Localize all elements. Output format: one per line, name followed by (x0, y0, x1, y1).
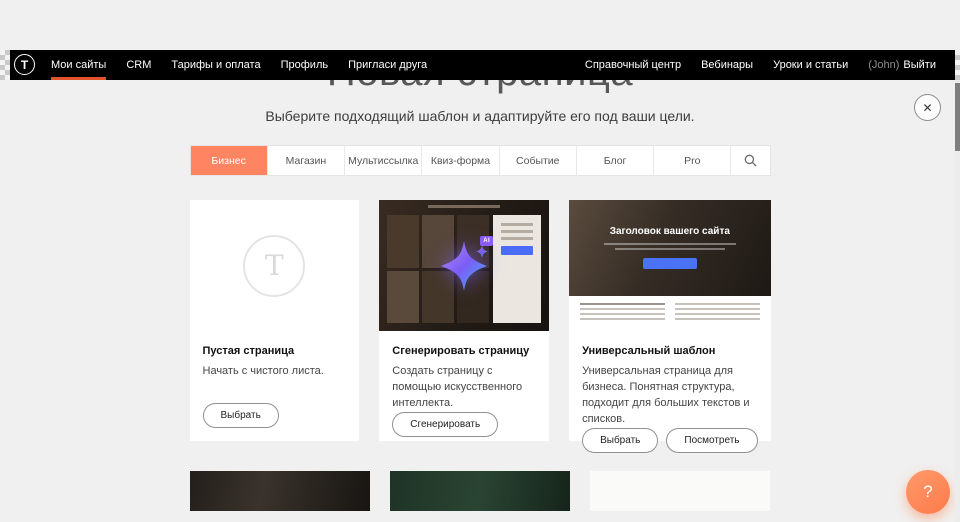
tilda-logo[interactable]: T (14, 54, 35, 75)
nav-webinars[interactable]: Вебинары (691, 50, 763, 80)
card-actions: Сгенерировать (392, 412, 536, 437)
preview-photo-tile (387, 215, 419, 268)
close-button[interactable]: ✕ (914, 94, 941, 121)
user-name: (John) (868, 59, 899, 71)
nav-crm[interactable]: CRM (116, 50, 161, 80)
card-body: Сгенерировать страницу Создать страницу … (379, 331, 549, 450)
preview-photo-tile (387, 271, 419, 324)
preview-text-line (675, 308, 760, 310)
preview-text-line (675, 318, 760, 320)
tilda-mark-letter: T (265, 249, 284, 282)
preview-cta-button (643, 258, 697, 269)
generate-page-preview[interactable]: AI (379, 200, 549, 331)
card-generate-page: AI Сгенерировать страницу Создать страни… (379, 200, 549, 441)
choose-button[interactable]: Выбрать (203, 403, 279, 428)
preview-text-column (580, 303, 665, 324)
tab-shop[interactable]: Магазин (268, 146, 345, 175)
tab-multilink[interactable]: Мультиссылка (345, 146, 422, 175)
template-card-preview[interactable] (590, 471, 770, 511)
nav-profile[interactable]: Профиль (271, 50, 339, 80)
preview-text-line (615, 248, 725, 250)
view-button[interactable]: Посмотреть (666, 428, 757, 453)
preview-text-line (580, 318, 665, 320)
help-button[interactable]: ? (906, 470, 950, 514)
page-subtitle: Выберите подходящий шаблон и адаптируйте… (0, 108, 960, 124)
card-description: Создать страницу с помощью искусственног… (392, 364, 536, 412)
secondary-nav: Справочный центр Вебинары Уроки и статьи… (575, 50, 946, 80)
tilda-mark-icon: T (243, 235, 305, 297)
card-blank-page: T Пустая страница Начать с чистого листа… (190, 200, 360, 441)
nav-my-sites[interactable]: Мои сайты (41, 50, 116, 80)
transparency-checker-left (0, 50, 10, 80)
nav-pricing[interactable]: Тарифы и оплата (161, 50, 270, 80)
main-nav: Мои сайты CRM Тарифы и оплата Профиль Пр… (41, 50, 437, 80)
preview-text-line (501, 230, 533, 233)
tab-quiz-form[interactable]: Квиз-форма (422, 146, 499, 175)
card-body: Пустая страница Начать с чистого листа. … (190, 331, 360, 441)
tab-event[interactable]: Событие (500, 146, 577, 175)
preview-text-line (675, 303, 760, 305)
preview-title-line (428, 205, 500, 208)
ai-badge: AI (480, 236, 493, 246)
preview-text-line (580, 308, 665, 310)
card-actions: Выбрать Посмотреть (582, 428, 757, 453)
choose-button[interactable]: Выбрать (582, 428, 658, 453)
preview-text-line (604, 243, 736, 245)
card-body: Универсальный шаблон Универсальная стран… (569, 331, 770, 466)
card-description: Универсальная страница для бизнеса. Поня… (582, 364, 757, 428)
preview-hero-section: Заголовок вашего сайта (569, 200, 770, 296)
preview-text-line (675, 313, 760, 315)
nav-invite-friend[interactable]: Пригласи друга (338, 50, 437, 80)
generate-button[interactable]: Сгенерировать (392, 412, 498, 437)
preview-text-line (501, 237, 533, 240)
preview-site-heading: Заголовок вашего сайта (610, 226, 730, 237)
scrollbar-track (955, 80, 960, 522)
preview-text-section (569, 296, 770, 331)
preview-text-line (580, 313, 665, 315)
card-title: Пустая страница (203, 345, 347, 357)
topbar: T Мои сайты CRM Тарифы и оплата Профиль … (0, 50, 960, 80)
help-button-label: ? (923, 482, 932, 502)
preview-text-line (501, 223, 533, 226)
template-cards-row: T Пустая страница Начать с чистого листа… (190, 200, 771, 441)
logout-link[interactable]: Выйти (903, 59, 936, 71)
preview-sidebar (493, 215, 541, 323)
template-card-preview[interactable] (390, 471, 570, 511)
tab-business[interactable]: Бизнес (191, 146, 268, 175)
tab-search[interactable] (731, 146, 769, 175)
card-actions: Выбрать (203, 403, 347, 428)
tilda-logo-letter: T (21, 58, 28, 72)
tab-blog[interactable]: Блог (577, 146, 654, 175)
blank-page-preview[interactable]: T (190, 200, 360, 331)
transparency-checker-right (955, 50, 960, 80)
card-description: Начать с чистого листа. (203, 364, 347, 380)
template-cards-row-partial (190, 471, 771, 511)
ai-sparkle-icon (437, 239, 491, 293)
template-card-preview[interactable] (190, 471, 370, 511)
nav-lessons[interactable]: Уроки и статьи (763, 50, 858, 80)
card-title: Сгенерировать страницу (392, 345, 536, 357)
close-icon: ✕ (922, 101, 932, 115)
universal-template-preview[interactable]: Заголовок вашего сайта (569, 200, 770, 331)
preview-button (501, 246, 533, 255)
nav-account: (John) Выйти (858, 50, 946, 80)
preview-text-line (580, 303, 665, 305)
nav-help-center[interactable]: Справочный центр (575, 50, 691, 80)
tab-pro[interactable]: Pro (654, 146, 731, 175)
card-universal-template: Заголовок вашего сайта (569, 200, 770, 441)
scrollbar-thumb[interactable] (955, 83, 960, 151)
search-icon (744, 154, 757, 167)
preview-text-column (675, 303, 760, 324)
template-category-tabs: Бизнес Магазин Мультиссылка Квиз-форма С… (190, 145, 771, 176)
card-title: Универсальный шаблон (582, 345, 757, 357)
